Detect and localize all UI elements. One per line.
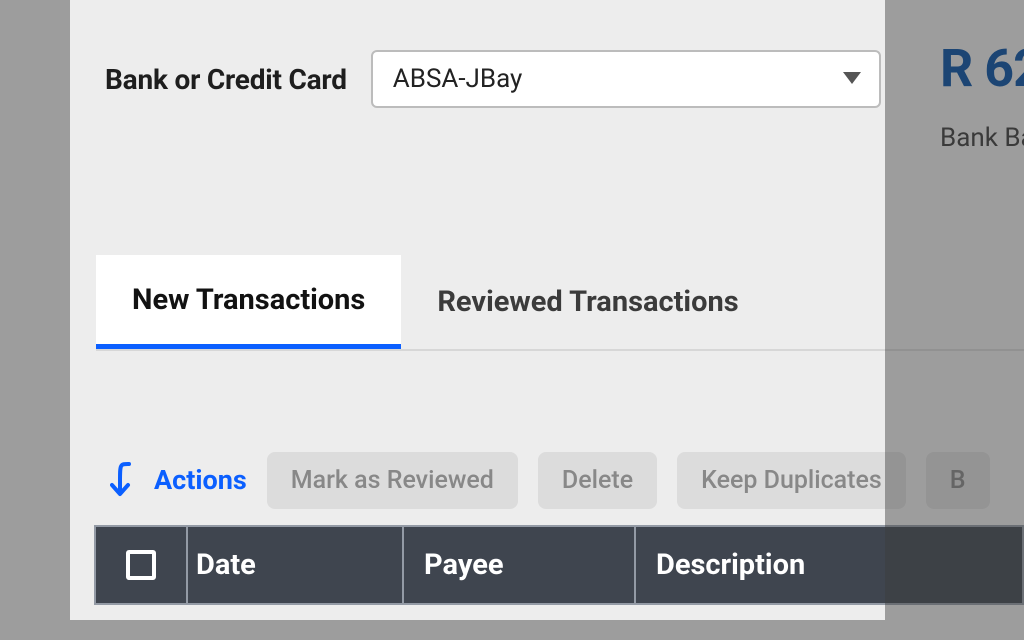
account-selector-label: Bank or Credit Card: [105, 63, 347, 96]
chevron-down-icon: [843, 72, 861, 86]
column-header-description[interactable]: Description: [636, 527, 1022, 603]
transactions-table-header: Date Payee Description: [94, 525, 1024, 605]
mark-as-reviewed-button[interactable]: Mark as Reviewed: [267, 452, 518, 509]
account-select-value: ABSA-JBay: [393, 64, 523, 94]
tab-new-transactions[interactable]: New Transactions: [96, 255, 401, 349]
account-select[interactable]: ABSA-JBay: [371, 50, 881, 108]
column-header-date[interactable]: Date: [188, 527, 404, 603]
column-header-payee[interactable]: Payee: [404, 527, 636, 603]
tab-reviewed-transactions[interactable]: Reviewed Transactions: [401, 255, 774, 349]
transactions-tabs: New Transactions Reviewed Transactions: [96, 255, 1024, 351]
extra-button[interactable]: B: [926, 452, 990, 509]
actions-menu-button[interactable]: Actions: [110, 461, 247, 499]
keep-duplicates-button[interactable]: Keep Duplicates: [677, 452, 906, 509]
select-all-checkbox[interactable]: [126, 550, 156, 580]
bank-balance-amount: R 62: [940, 38, 1024, 99]
actions-menu-label: Actions: [154, 464, 247, 496]
delete-button[interactable]: Delete: [538, 452, 657, 509]
bank-balance-caption: Bank Ba: [940, 123, 1024, 153]
arrow-down-icon: [110, 461, 140, 499]
